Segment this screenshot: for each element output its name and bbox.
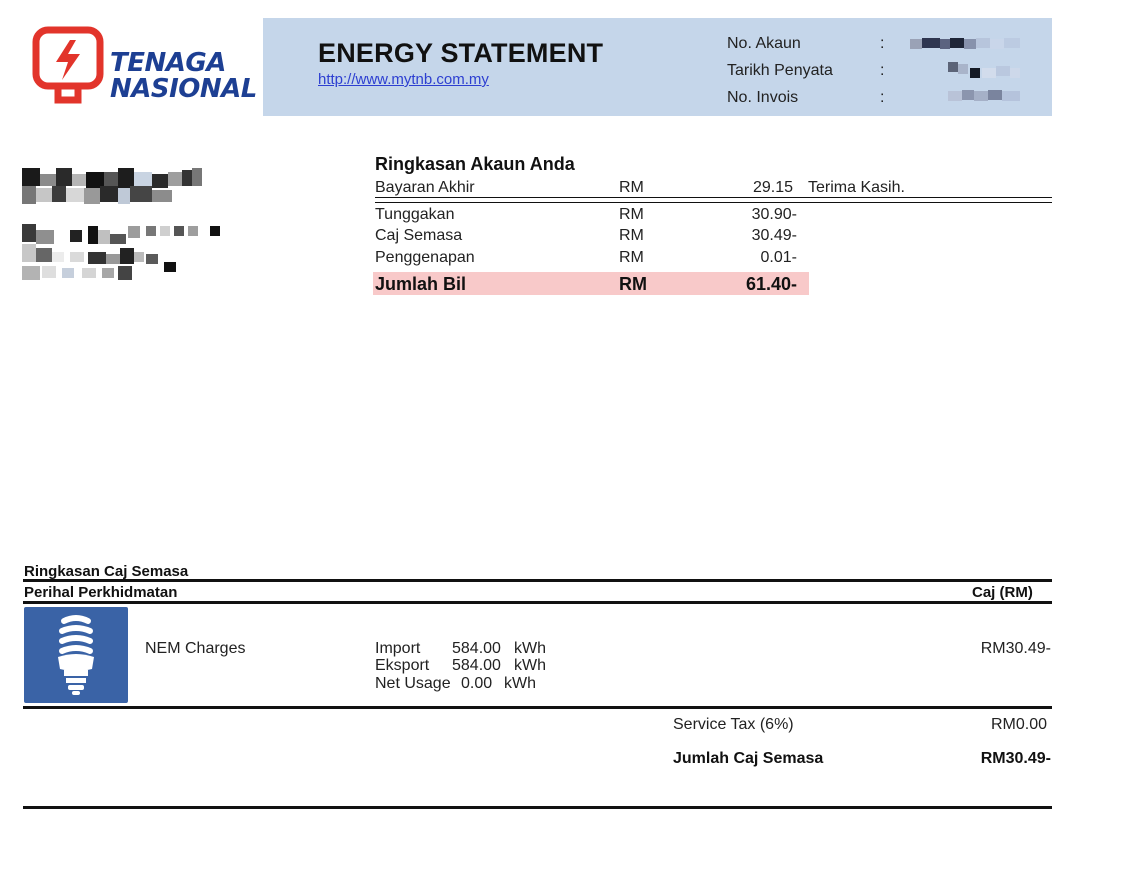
statement-date-redacted (948, 62, 1023, 80)
account-summary-title: Ringkasan Akaun Anda (375, 154, 575, 174)
rounding-label: Penggenapan (375, 249, 475, 266)
export-value: 584.00 (452, 657, 501, 674)
charges-bottom-rule (23, 806, 1052, 809)
statement-date-colon: : (880, 62, 885, 79)
invoice-number-colon: : (880, 89, 885, 106)
service-tax-amount: RM0.00 (990, 716, 1047, 733)
current-charge-currency: RM (619, 227, 644, 244)
last-payment-label: Bayaran Akhir (375, 179, 475, 196)
last-payment-amount: 29.15 (752, 179, 793, 196)
nem-charges-label: NEM Charges (145, 640, 246, 657)
arrears-label: Tunggakan (375, 206, 455, 223)
brand-line-1: TENAGA (110, 48, 226, 78)
arrears-currency: RM (619, 206, 644, 223)
service-tax-label: Service Tax (6%) (673, 716, 794, 733)
account-number-label: No. Akaun (727, 35, 801, 52)
total-bill-currency: RM (619, 274, 647, 294)
current-charges-total-label: Jumlah Caj Semasa (673, 750, 824, 767)
invoice-number-label: No. Invois (727, 89, 799, 106)
thank-you-note: Terima Kasih. (808, 179, 905, 196)
current-charges-total-amount: RM30.49- (980, 750, 1051, 767)
brand-line-2: NASIONAL (110, 74, 257, 104)
customer-address-redacted (22, 168, 232, 286)
charges-top-rule (23, 579, 1052, 582)
summary-divider-2 (375, 202, 1052, 203)
brand-wordmark: TENAGA NASIONAL (110, 50, 257, 102)
summary-divider-1 (375, 197, 1052, 198)
statement-date-label: Tarikh Penyata (727, 62, 833, 79)
export-unit: kWh (514, 657, 546, 674)
service-column-header: Perihal Perkhidmatan (24, 584, 178, 601)
charges-section-title: Ringkasan Caj Semasa (24, 563, 189, 580)
current-charge-amount: 30.49- (751, 227, 797, 244)
import-unit: kWh (514, 640, 546, 657)
energy-saving-bulb-icon (24, 607, 128, 703)
rounding-currency: RM (619, 249, 644, 266)
charge-column-header: Caj (RM) (972, 584, 1033, 601)
import-value: 584.00 (452, 640, 501, 657)
export-label: Eksport (375, 657, 430, 674)
net-usage-unit: kWh (504, 675, 536, 692)
website-link[interactable]: http://www.mytnb.com.my (318, 71, 489, 88)
charges-item-rule (23, 706, 1052, 709)
tnb-logo-icon (32, 26, 104, 104)
nem-charges-amount: RM30.49- (980, 640, 1051, 657)
account-number-colon: : (880, 35, 885, 52)
invoice-number-redacted (948, 90, 1023, 102)
charges-header-rule (23, 601, 1052, 604)
arrears-amount: 30.90- (751, 206, 797, 223)
total-bill-amount: 61.40- (745, 274, 797, 294)
account-number-redacted (910, 38, 1025, 50)
last-payment-currency: RM (619, 179, 644, 196)
current-charge-label: Caj Semasa (375, 227, 463, 244)
statement-title: ENERGY STATEMENT (318, 38, 604, 68)
net-usage-value: 0.00 (461, 675, 493, 692)
import-label: Import (375, 640, 421, 657)
net-usage-label: Net Usage (375, 675, 451, 692)
rounding-amount: 0.01- (760, 249, 797, 266)
total-bill-label: Jumlah Bil (375, 274, 467, 294)
